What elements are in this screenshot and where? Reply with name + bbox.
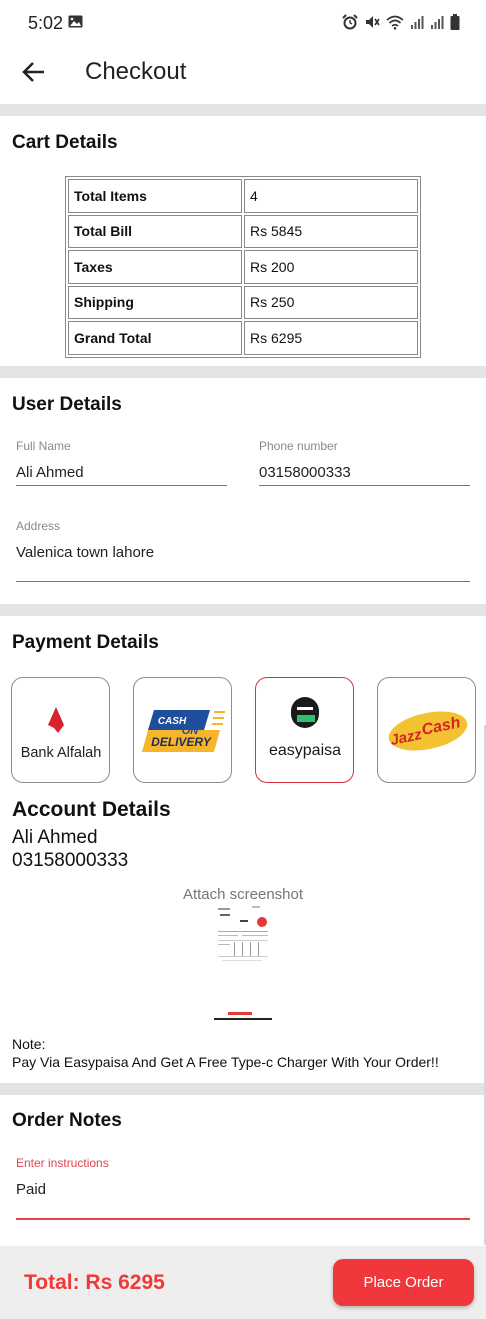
table-row: Total Bill Rs 5845 bbox=[68, 214, 418, 248]
phone-number-underline bbox=[259, 485, 470, 486]
table-row: Taxes Rs 200 bbox=[68, 250, 418, 284]
bank-alfalah-logo-icon: Bank Alfalah bbox=[21, 707, 102, 761]
address-underline bbox=[16, 581, 470, 582]
app-bar: Checkout bbox=[0, 44, 486, 104]
attach-screenshot-label[interactable]: Attach screenshot bbox=[0, 886, 486, 903]
order-instructions-label: Enter instructions bbox=[16, 1156, 109, 1170]
full-name-label: Full Name bbox=[16, 439, 71, 453]
table-row: Shipping Rs 250 bbox=[68, 285, 418, 319]
cart-details-title: Cart Details bbox=[12, 132, 118, 153]
battery-icon bbox=[450, 14, 460, 30]
cod-logo-text-3: DELIVERY bbox=[151, 735, 212, 749]
payment-option-cash-on-delivery[interactable]: CASH ON DELIVERY bbox=[133, 677, 232, 783]
table-cell-label: Total Items bbox=[68, 179, 242, 213]
payment-option-easypaisa[interactable]: easypaisa bbox=[255, 677, 354, 783]
note-label: Note: bbox=[12, 1036, 46, 1052]
table-cell-value: Rs 200 bbox=[244, 250, 418, 284]
account-name: Ali Ahmed bbox=[12, 827, 98, 848]
phone-number-label: Phone number bbox=[259, 439, 338, 453]
cash-on-delivery-logo-icon: CASH ON DELIVERY bbox=[142, 710, 225, 752]
table-cell-label: Taxes bbox=[68, 250, 242, 284]
phone-number-input[interactable]: 03158000333 bbox=[259, 464, 351, 481]
wifi-icon bbox=[386, 15, 404, 30]
table-cell-label: Total Bill bbox=[68, 214, 242, 248]
table-cell-label: Shipping bbox=[68, 285, 242, 319]
jazzcash-logo-icon: Jazz Cash bbox=[388, 711, 468, 751]
payment-option-jazzcash[interactable]: Jazz Cash bbox=[377, 677, 476, 783]
table-cell-value: Rs 250 bbox=[244, 285, 418, 319]
signal-icon bbox=[411, 16, 424, 29]
order-instructions-underline bbox=[16, 1218, 470, 1220]
gallery-notification-icon bbox=[68, 15, 83, 28]
section-divider bbox=[0, 104, 486, 116]
address-label: Address bbox=[16, 519, 61, 533]
section-divider bbox=[0, 1083, 486, 1095]
payment-details-title: Payment Details bbox=[12, 632, 159, 653]
order-instructions-input[interactable]: Paid bbox=[16, 1181, 46, 1198]
table-row: Grand Total Rs 6295 bbox=[68, 321, 418, 355]
signal-2-icon bbox=[431, 16, 444, 29]
account-number: 03158000333 bbox=[12, 850, 129, 871]
section-divider bbox=[0, 604, 486, 616]
section-divider bbox=[0, 366, 486, 378]
table-cell-value: Rs 5845 bbox=[244, 214, 418, 248]
full-name-underline bbox=[16, 485, 227, 486]
easypaisa-logo-icon: easypaisa bbox=[269, 697, 341, 759]
account-details-title: Account Details bbox=[12, 798, 171, 821]
alarm-icon bbox=[342, 14, 358, 30]
order-total: Total: Rs 6295 bbox=[24, 1271, 165, 1294]
order-notes-title: Order Notes bbox=[12, 1110, 122, 1131]
cart-summary-table: Total Items 4 Total Bill Rs 5845 Taxes R… bbox=[65, 176, 421, 358]
attached-screenshot-image[interactable] bbox=[212, 904, 274, 1022]
easypaisa-logo-text: easypaisa bbox=[269, 742, 341, 759]
note-text: Pay Via Easypaisa And Get A Free Type-c … bbox=[12, 1054, 439, 1070]
table-row: Total Items 4 bbox=[68, 179, 418, 213]
payment-option-bank-alfalah[interactable]: Bank Alfalah bbox=[11, 677, 110, 783]
status-bar: 5:02 bbox=[0, 0, 486, 44]
table-cell-value: 4 bbox=[244, 179, 418, 213]
table-cell-label: Grand Total bbox=[68, 321, 242, 355]
page-title: Checkout bbox=[85, 58, 187, 85]
status-time: 5:02 bbox=[28, 13, 64, 33]
place-order-button[interactable]: Place Order bbox=[333, 1259, 474, 1306]
user-details-title: User Details bbox=[12, 394, 122, 415]
address-input[interactable]: Valenica town lahore bbox=[16, 544, 154, 561]
status-icons bbox=[342, 14, 460, 30]
full-name-input[interactable]: Ali Ahmed bbox=[16, 464, 84, 481]
arrow-left-icon[interactable] bbox=[20, 58, 48, 86]
table-cell-value: Rs 6295 bbox=[244, 321, 418, 355]
bank-alfalah-logo-text: Bank Alfalah bbox=[21, 745, 102, 761]
mute-icon bbox=[366, 16, 380, 28]
